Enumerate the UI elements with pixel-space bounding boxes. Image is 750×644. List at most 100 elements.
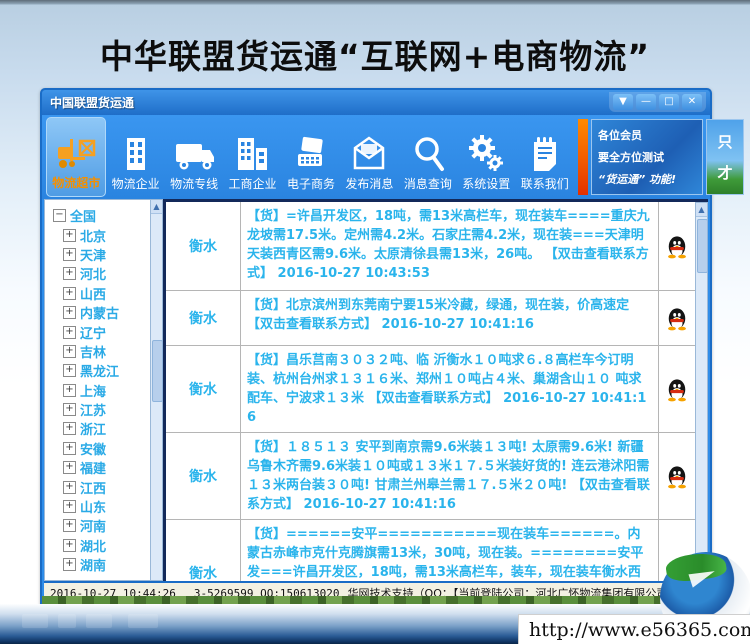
tree-item[interactable]: + 江西	[51, 477, 150, 496]
table-row[interactable]: 衡水 【货】=许昌开发区，18吨，需13米高栏车，现在装车====重庆九龙坡需1…	[166, 202, 695, 291]
tree-label: 福建	[80, 458, 106, 477]
toolbar-logistics-company[interactable]: 物流企业	[106, 117, 164, 197]
toolbar-label: 联系我们	[521, 178, 569, 191]
plus-icon[interactable]: +	[63, 539, 76, 552]
tree-item[interactable]: + 湖南	[51, 555, 150, 574]
page-title: 中华联盟货运通“互联网+电商物流”	[0, 30, 750, 78]
tree-item[interactable]: + 上海	[51, 381, 150, 400]
tree-label: 湖南	[80, 555, 106, 574]
toolbar-message-query[interactable]: 消息查询	[399, 117, 457, 197]
table-row[interactable]: 衡水 【货】１８５１３ 安平到南京需9.6米装１３吨! 太原需9.6米! 新疆乌…	[166, 433, 695, 520]
plus-icon[interactable]: +	[63, 248, 76, 261]
plus-icon[interactable]: +	[63, 287, 76, 300]
region-tree: − 全国 +北京 +天津 + 河北 +山西 +内蒙古 + 辽宁 +吉林 +黑龙江 +…	[44, 199, 150, 581]
plus-icon[interactable]: +	[63, 229, 76, 242]
tree-item[interactable]: + 河南	[51, 516, 150, 535]
tree-item[interactable]: + 福建	[51, 458, 150, 477]
toolbar-ecommerce[interactable]: 电子商务	[282, 117, 340, 197]
qq-icon[interactable]	[666, 377, 688, 402]
qq-icon[interactable]	[666, 306, 688, 331]
ecommerce-icon	[292, 132, 330, 174]
plus-icon[interactable]: +	[63, 442, 76, 455]
qq-cell[interactable]	[658, 202, 695, 290]
plus-icon[interactable]: +	[63, 403, 76, 416]
plus-icon[interactable]: +	[63, 364, 76, 377]
plus-icon[interactable]: +	[63, 267, 76, 280]
tree-item[interactable]: +浙江	[51, 419, 150, 438]
plus-icon[interactable]: +	[63, 345, 76, 358]
tree-item[interactable]: + 安徽	[51, 439, 150, 458]
notepad-icon	[529, 132, 561, 174]
row-location: 衡水	[166, 346, 241, 432]
qq-icon[interactable]	[666, 464, 688, 489]
tree-item[interactable]: + 河北	[51, 264, 150, 283]
qq-cell[interactable]	[658, 291, 695, 345]
tree-item-root[interactable]: − 全国	[51, 206, 150, 225]
tree-label: 河南	[80, 516, 106, 535]
row-location: 衡水	[166, 433, 241, 519]
forklift-icon	[54, 131, 98, 173]
tree-label: 江西	[80, 478, 106, 497]
qq-cell[interactable]	[658, 433, 695, 519]
scroll-up-icon[interactable]: ▲	[696, 203, 707, 217]
faint-shape	[58, 614, 76, 628]
qq-cell[interactable]	[658, 346, 695, 432]
rollup-icon[interactable]: ▼	[613, 94, 633, 110]
toolbar-contact-us[interactable]: 联系我们	[516, 117, 574, 197]
toolbar-label: 物流超市	[52, 177, 100, 190]
tree-item[interactable]: +内蒙古	[51, 303, 150, 322]
plus-icon[interactable]: +	[63, 558, 76, 571]
tree-label: 上海	[80, 381, 106, 400]
plus-icon[interactable]: +	[63, 519, 76, 532]
plus-icon[interactable]: +	[63, 481, 76, 494]
maximize-icon[interactable]: □	[659, 94, 679, 110]
tree-item[interactable]: +天津	[51, 245, 150, 264]
tree-item[interactable]: +湖北	[51, 536, 150, 555]
tree-item[interactable]: + 江苏	[51, 400, 150, 419]
tree-label: 辽宁	[80, 323, 106, 342]
toolbar-label: 工商企业	[229, 178, 277, 191]
row-location: 衡水	[166, 291, 241, 345]
tree-item[interactable]: +山东	[51, 497, 150, 516]
plus-icon[interactable]: +	[63, 422, 76, 435]
toolbar-logistics-market[interactable]: 物流超市	[46, 117, 106, 197]
tree-label: 河北	[80, 264, 106, 283]
toolbar-label: 物流企业	[112, 178, 160, 191]
tree-label: 安徽	[80, 439, 106, 458]
tree-item[interactable]: +北京	[51, 225, 150, 244]
window-controls: ▼ — □ ✕	[609, 92, 706, 112]
faint-shape	[128, 614, 158, 628]
banner-side-char: 才	[717, 162, 732, 183]
qq-icon[interactable]	[666, 234, 688, 259]
table-scrollbar[interactable]: ▲	[695, 202, 708, 581]
plus-icon[interactable]: +	[63, 326, 76, 339]
toolbar-label: 消息查询	[404, 178, 452, 191]
scroll-up-icon[interactable]: ▲	[151, 200, 162, 214]
plus-icon[interactable]: +	[63, 461, 76, 474]
tree-label: 江苏	[80, 400, 106, 419]
toolbar-business-company[interactable]: 工商企业	[223, 117, 281, 197]
plus-icon[interactable]: +	[63, 306, 76, 319]
toolbar-system-settings[interactable]: 系统设置	[457, 117, 515, 197]
plus-icon[interactable]: +	[63, 500, 76, 513]
minimize-icon[interactable]: —	[636, 94, 656, 110]
tree-item[interactable]: +黑龙江	[51, 361, 150, 380]
tree-label: 全国	[70, 206, 96, 225]
tree-scrollbar[interactable]: ▲	[150, 199, 163, 581]
toolbar-logistics-line[interactable]: 物流专线	[165, 117, 223, 197]
minus-icon[interactable]: −	[53, 209, 66, 222]
plus-icon[interactable]: +	[63, 384, 76, 397]
close-icon[interactable]: ✕	[682, 94, 702, 110]
tree-item[interactable]: + 辽宁	[51, 322, 150, 341]
toolbar-label: 发布消息	[345, 178, 393, 191]
toolbar: 物流超市 物流企业	[42, 115, 710, 199]
banner-side-char: 只	[717, 131, 732, 152]
table-row[interactable]: 衡水 【货】北京滨州到东莞南宁要15米冷藏，绿通，现在装，价高速定 【双击查看联…	[166, 291, 695, 346]
faint-shape	[22, 614, 48, 628]
tree-item[interactable]: +吉林	[51, 342, 150, 361]
toolbar-post-message[interactable]: 发布消息	[340, 117, 398, 197]
scrollbar-thumb[interactable]	[697, 219, 708, 273]
table-row[interactable]: 衡水 【货】昌乐莒南３０３２吨、临 沂衡水１０吨求６.８高栏车今订明装、杭州台州…	[166, 346, 695, 433]
scrollbar-thumb[interactable]	[152, 340, 163, 402]
tree-item[interactable]: +山西	[51, 284, 150, 303]
